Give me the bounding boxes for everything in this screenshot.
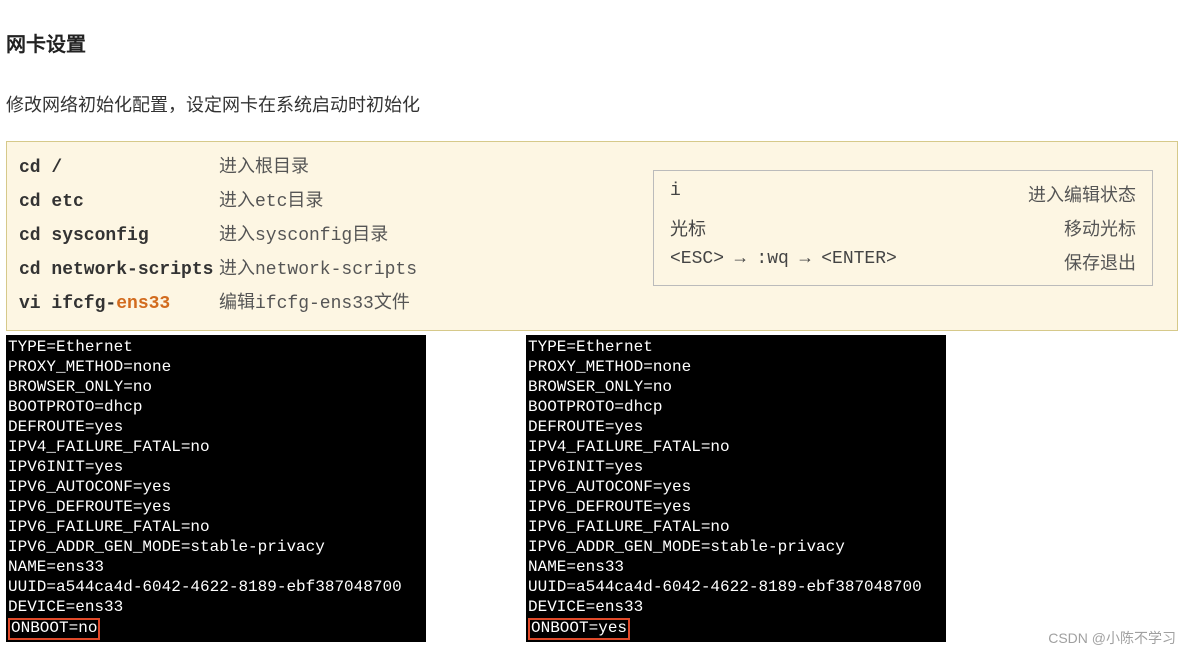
terminal-before: TYPE=Ethernet PROXY_METHOD=none BROWSER_… [6, 335, 426, 642]
vi-key: i [670, 181, 681, 207]
onboot-highlight: ONBOOT=no [8, 618, 100, 640]
vi-key: <ESC> → :wq → <ENTER> [670, 249, 897, 275]
cmd-text: cd / [19, 158, 219, 178]
vi-key-desc: 进入编辑状态 [1028, 181, 1136, 207]
watermark: CSDN @小陈不学习 [1048, 628, 1176, 648]
cmd-desc: 进入network-scripts [219, 254, 417, 280]
vi-keys-box: i 进入编辑状态 光标 移动光标 <ESC> → :wq → <ENTER> 保… [653, 170, 1153, 286]
vi-key-row: 光标 移动光标 [670, 215, 1136, 241]
cmd-desc: 进入etc目录 [219, 186, 323, 212]
cmd-text: cd sysconfig [19, 226, 219, 246]
vi-key-row: <ESC> → :wq → <ENTER> 保存退出 [670, 249, 1136, 275]
cmd-text: vi ifcfg-ens33 [19, 294, 219, 314]
terminal-after: TYPE=Ethernet PROXY_METHOD=none BROWSER_… [526, 335, 946, 642]
cmd-text: cd etc [19, 192, 219, 212]
section-title: 网卡设置 [6, 28, 1178, 57]
cmd-row: vi ifcfg-ens33 编辑ifcfg-ens33文件 [19, 288, 1165, 314]
cmd-desc: 进入根目录 [219, 152, 309, 178]
command-box: cd / 进入根目录 cd etc 进入etc目录 cd sysconfig 进… [6, 141, 1178, 331]
onboot-highlight: ONBOOT=yes [528, 618, 630, 640]
cmd-desc: 进入sysconfig目录 [219, 220, 388, 246]
cmd-text: cd network-scripts [19, 260, 219, 280]
vi-key-row: i 进入编辑状态 [670, 181, 1136, 207]
vi-key: 光标 [670, 215, 706, 241]
vi-key-desc: 保存退出 [1064, 249, 1136, 275]
subtitle: 修改网络初始化配置，设定网卡在系统启动时初始化 [6, 91, 1178, 117]
cmd-desc: 编辑ifcfg-ens33文件 [219, 288, 410, 314]
vi-key-desc: 移动光标 [1064, 215, 1136, 241]
